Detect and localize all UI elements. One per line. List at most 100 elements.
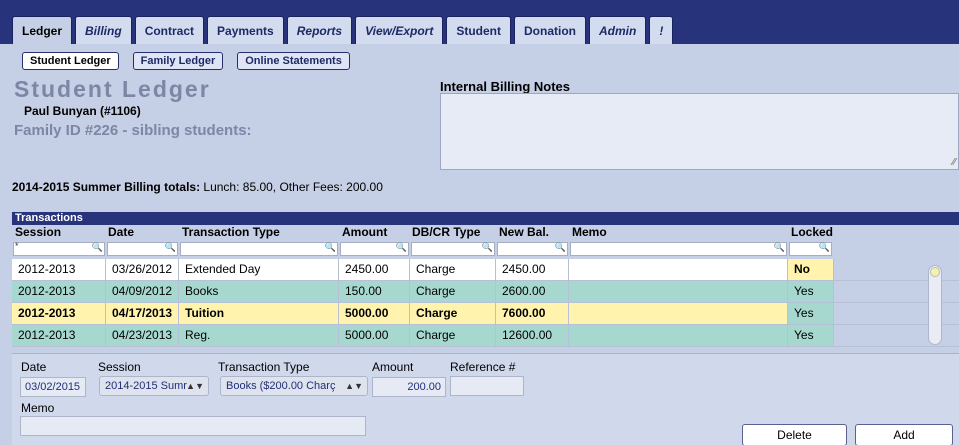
reference-field[interactable] <box>450 376 524 396</box>
transactions-header: Transactions <box>12 212 959 225</box>
tab-admin[interactable]: Admin <box>589 16 647 44</box>
tab-student[interactable]: Student <box>446 16 511 44</box>
col-date[interactable]: Date <box>108 225 134 239</box>
search-icon: 🔍 <box>481 242 493 252</box>
memo-label: Memo <box>21 401 55 415</box>
cell-session: 2012-2013 <box>12 259 106 280</box>
filter-dbcr[interactable]: 🔍 <box>411 242 495 256</box>
main-tabs: Ledger Billing Contract Payments Reports… <box>12 16 674 44</box>
filter-memo[interactable]: 🔍 <box>570 242 787 256</box>
billing-notes-textarea[interactable]: ⁄⁄ <box>440 93 959 170</box>
cell-memo <box>569 281 788 302</box>
page-title: Student Ledger <box>14 76 211 102</box>
tab-payments[interactable]: Payments <box>207 16 284 44</box>
col-locked[interactable]: Locked <box>791 225 833 239</box>
session-select[interactable]: 2014-2015 Sumr ▲▼ <box>99 376 209 396</box>
col-transaction-type[interactable]: Transaction Type <box>182 225 280 239</box>
cell-balance: 7600.00 <box>496 303 569 324</box>
tab-reports[interactable]: Reports <box>286 16 353 44</box>
filter-type[interactable]: 🔍 <box>180 242 338 256</box>
cell-session: 2012-2013 <box>12 303 106 324</box>
cell-memo <box>569 325 788 346</box>
search-icon: 🔍 <box>324 242 336 252</box>
transaction-entry-form: Date 03/02/2015 Session 2014-2015 Sumr ▲… <box>12 353 959 445</box>
filter-locked[interactable]: 🔍 <box>789 242 832 256</box>
billing-notes-title: Internal Billing Notes <box>440 79 571 94</box>
cell-balance: 2600.00 <box>496 281 569 302</box>
type-label: Transaction Type <box>218 360 310 374</box>
memo-field[interactable] <box>20 416 366 436</box>
cell-type: Extended Day <box>179 259 339 280</box>
add-button[interactable]: Add <box>855 424 953 445</box>
totals-value: Lunch: 85.00, Other Fees: 200.00 <box>200 180 383 194</box>
search-icon: 🔍 <box>164 242 176 252</box>
family-id: Family ID #226 - sibling students: <box>14 122 252 139</box>
subtab-student-ledger[interactable]: Student Ledger <box>22 52 119 70</box>
col-new-balance[interactable]: New Bal. <box>499 225 549 239</box>
filter-date[interactable]: 🔍 <box>107 242 178 256</box>
cell-type: Books <box>179 281 339 302</box>
billing-totals: 2014-2015 Summer Billing totals: Lunch: … <box>12 180 383 194</box>
session-label: Session <box>98 360 141 374</box>
filter-amount[interactable]: 🔍 <box>340 242 409 256</box>
search-icon: 🔍 <box>773 242 785 252</box>
transaction-rows: 2012-2013 03/26/2012 Extended Day 2450.0… <box>12 259 959 347</box>
transactions-grid: Session Date Transaction Type Amount DB/… <box>12 225 959 347</box>
delete-button[interactable]: Delete <box>742 424 847 445</box>
date-field[interactable]: 03/02/2015 <box>20 377 86 397</box>
date-label: Date <box>21 360 47 374</box>
tab-billing[interactable]: Billing <box>75 16 132 44</box>
cell-locked: Yes <box>788 303 834 324</box>
col-memo[interactable]: Memo <box>572 225 607 239</box>
cell-dbcr: Charge <box>410 281 496 302</box>
row-spacer <box>834 303 934 324</box>
tab-contract[interactable]: Contract <box>134 16 205 44</box>
tab-alerts[interactable]: ! <box>649 16 674 44</box>
filter-session-value: * <box>15 241 19 251</box>
tab-ledger[interactable]: Ledger <box>12 16 73 44</box>
filter-balance[interactable]: 🔍 <box>497 242 568 256</box>
cell-type: Tuition <box>179 303 339 324</box>
top-nav-bar: Ledger Billing Contract Payments Reports… <box>0 0 959 44</box>
type-select-value: Books ($200.00 Charç <box>226 380 336 392</box>
reference-label: Reference # <box>450 360 516 374</box>
cell-dbcr: Charge <box>410 325 496 346</box>
col-session[interactable]: Session <box>15 225 61 239</box>
cell-dbcr: Charge <box>410 303 496 324</box>
scroll-thumb[interactable] <box>930 267 940 277</box>
search-icon: 🔍 <box>554 242 566 252</box>
table-row[interactable]: 2012-2013 04/17/2013 Tuition 5000.00 Cha… <box>12 303 959 325</box>
tab-view-export[interactable]: View/Export <box>355 16 444 44</box>
tab-donation[interactable]: Donation <box>514 16 586 44</box>
col-dbcr-type[interactable]: DB/CR Type <box>412 225 480 239</box>
transaction-type-select[interactable]: Books ($200.00 Charç ▲▼ <box>220 376 368 396</box>
col-amount[interactable]: Amount <box>342 225 387 239</box>
sub-tabs: Student Ledger Family Ledger Online Stat… <box>22 52 350 70</box>
cell-balance: 2450.00 <box>496 259 569 280</box>
table-row[interactable]: 2012-2013 04/09/2012 Books 150.00 Charge… <box>12 281 959 303</box>
column-headers: Session Date Transaction Type Amount DB/… <box>12 225 959 239</box>
subtab-family-ledger[interactable]: Family Ledger <box>132 52 224 70</box>
cell-date: 04/09/2012 <box>106 281 179 302</box>
resize-grip-icon[interactable]: ⁄⁄ <box>953 157 956 168</box>
cell-session: 2012-2013 <box>12 281 106 302</box>
select-arrows-icon: ▲▼ <box>345 381 363 391</box>
session-select-value: 2014-2015 Sumr <box>105 380 187 392</box>
cell-balance: 12600.00 <box>496 325 569 346</box>
cell-date: 03/26/2012 <box>106 259 179 280</box>
search-icon: 🔍 <box>395 242 407 252</box>
filter-session[interactable]: * 🔍 <box>13 241 105 256</box>
cell-amount: 5000.00 <box>339 303 410 324</box>
amount-field[interactable]: 200.00 <box>372 377 446 397</box>
select-arrows-icon: ▲▼ <box>186 381 204 391</box>
cell-memo <box>569 303 788 324</box>
table-row[interactable]: 2012-2013 03/26/2012 Extended Day 2450.0… <box>12 259 959 281</box>
subtab-online-statements[interactable]: Online Statements <box>237 52 350 70</box>
cell-dbcr: Charge <box>410 259 496 280</box>
student-name: Paul Bunyan (#1106) <box>24 104 141 118</box>
cell-amount: 5000.00 <box>339 325 410 346</box>
rows-scrollbar[interactable] <box>928 265 942 345</box>
cell-type: Reg. <box>179 325 339 346</box>
table-row[interactable]: 2012-2013 04/23/2013 Reg. 5000.00 Charge… <box>12 325 959 347</box>
cell-session: 2012-2013 <box>12 325 106 346</box>
